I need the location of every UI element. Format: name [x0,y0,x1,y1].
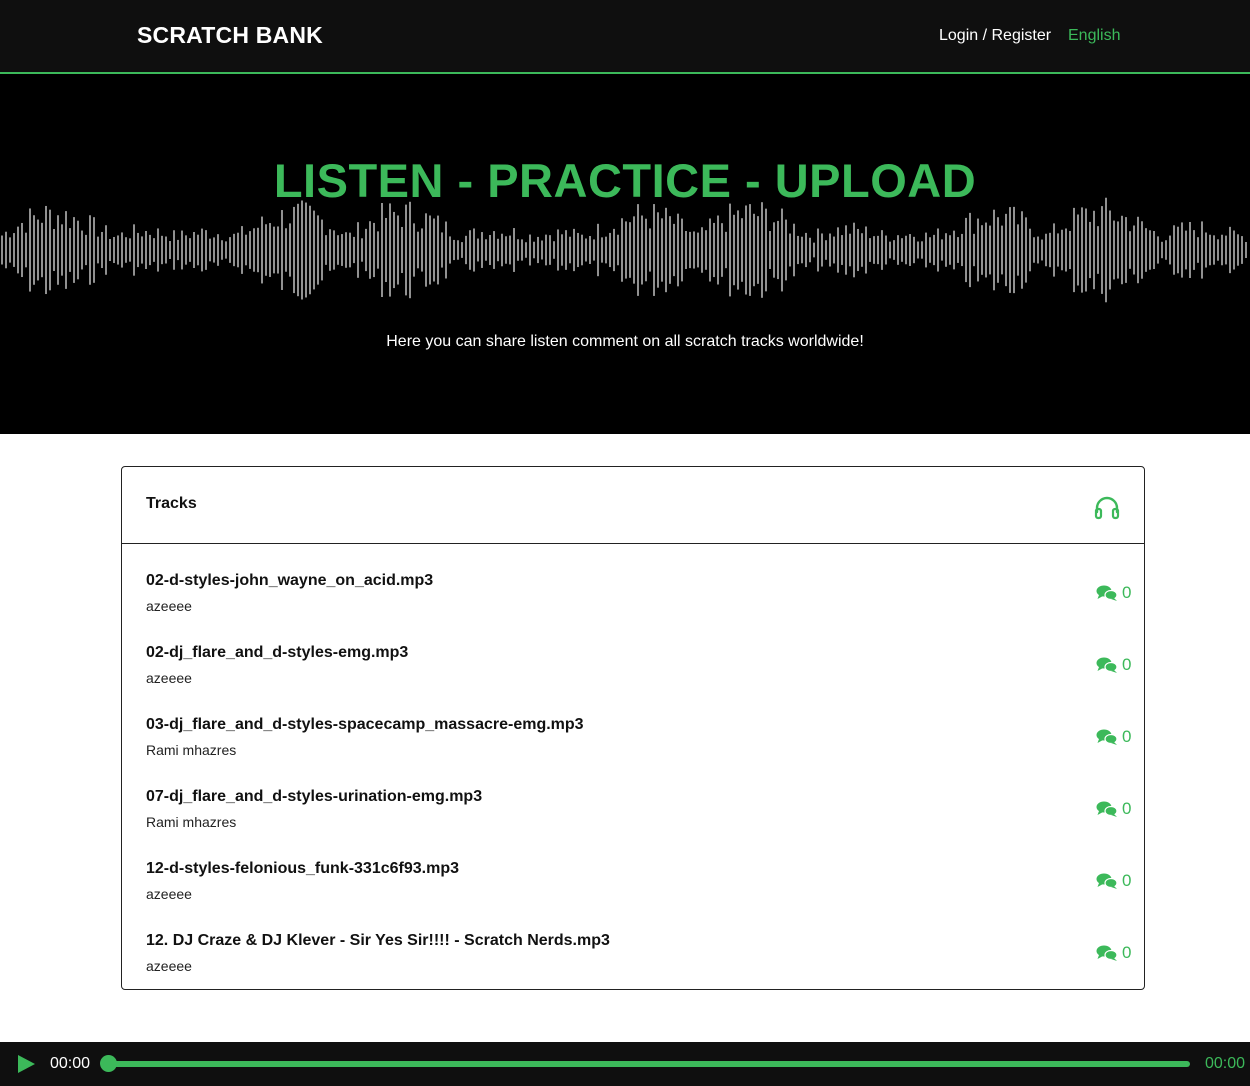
track-row[interactable]: 12-d-styles-felonious_funk-331c6f93.mp3 … [122,860,1144,932]
hero-title: LISTEN - PRACTICE - UPLOAD [273,154,977,207]
track-row[interactable]: 07-dj_flare_and_d-styles-urination-emg.m… [122,788,1144,860]
comments-count[interactable]: 0 [1096,726,1131,748]
comments-count-value: 0 [1122,799,1132,818]
comments-count-value: 0 [1122,583,1132,602]
comments-count-value: 0 [1122,943,1132,962]
comments-count-value: 0 [1122,655,1132,674]
comments-icon [1096,873,1118,889]
track-row[interactable]: 12. DJ Craze & DJ Klever - Sir Yes Sir!!… [122,932,1144,1004]
comments-count[interactable]: 0 [1096,582,1131,604]
hero-subtitle: Here you can share listen comment on all… [386,333,864,350]
total-time: 00:00 [1205,1055,1246,1072]
track-uploader: Rami mhazres [146,814,237,830]
comments-count[interactable]: 0 [1096,942,1131,964]
track-uploader: azeeee [146,958,192,974]
waveform-graphic [1,197,1247,303]
track-title[interactable]: 02-dj_flare_and_d-styles-emg.mp3 [146,644,408,662]
track-uploader: azeeee [146,886,192,902]
audio-player: 00:00 00:00 [0,1042,1250,1086]
track-title[interactable]: 03-dj_flare_and_d-styles-spacecamp_massa… [146,716,584,734]
current-time: 00:00 [50,1055,91,1072]
tracks-card-header: Tracks [122,467,1144,544]
play-icon[interactable] [16,1054,36,1074]
comments-count-value: 0 [1122,871,1132,890]
comments-count[interactable]: 0 [1096,798,1131,820]
track-row[interactable]: 03-dj_flare_and_d-styles-spacecamp_massa… [122,716,1144,788]
comments-icon [1096,585,1118,601]
hero-banner: LISTEN - PRACTICE - UPLOAD Here you can … [0,74,1250,434]
login-register-link[interactable]: Login / Register [939,27,1051,45]
comments-count[interactable]: 0 [1096,654,1131,676]
track-title[interactable]: 12. DJ Craze & DJ Klever - Sir Yes Sir!!… [146,932,610,950]
track-title[interactable]: 12-d-styles-felonious_funk-331c6f93.mp3 [146,860,459,878]
track-row[interactable]: 02-d-styles-john_wayne_on_acid.mp3 azeee… [122,572,1144,644]
track-title[interactable]: 07-dj_flare_and_d-styles-urination-emg.m… [146,788,482,806]
track-uploader: azeeee [146,670,192,686]
brand-logo[interactable]: SCRATCH BANK [137,22,323,49]
language-selector[interactable]: English [1068,27,1120,45]
track-title[interactable]: 02-d-styles-john_wayne_on_acid.mp3 [146,572,433,590]
comments-icon [1096,801,1118,817]
tracks-heading: Tracks [146,495,197,512]
track-uploader: Rami mhazres [146,742,237,758]
track-uploader: azeeee [146,598,192,614]
comments-icon [1096,657,1118,673]
progress-bar[interactable] [106,1061,1190,1067]
tracks-card: Tracks 02-d-styles-john_wayne_on_acid.mp… [121,466,1145,990]
comments-icon [1096,729,1118,745]
track-row[interactable]: 02-dj_flare_and_d-styles-emg.mp3 azeeee … [122,644,1144,716]
comments-icon [1096,945,1118,961]
top-navbar: SCRATCH BANK Login / Register English [0,0,1250,74]
comments-count-value: 0 [1122,727,1132,746]
comments-count[interactable]: 0 [1096,870,1131,892]
headphones-icon [1094,496,1120,520]
progress-handle[interactable] [100,1055,117,1072]
